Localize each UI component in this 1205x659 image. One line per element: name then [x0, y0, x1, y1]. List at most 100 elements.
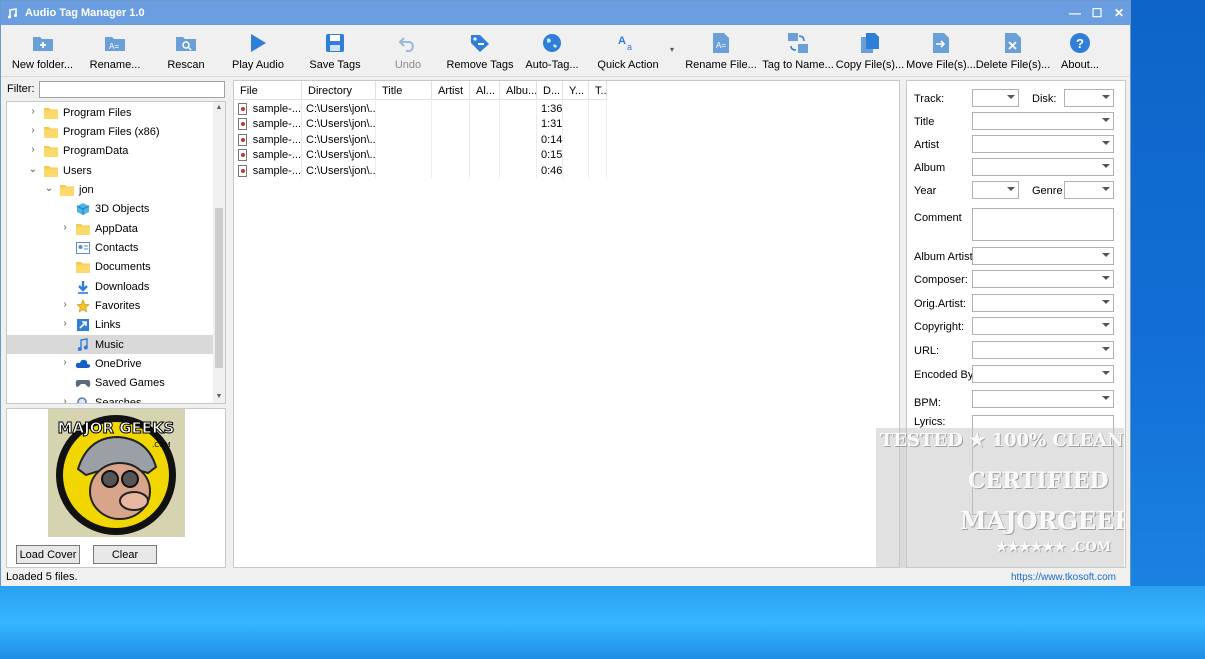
- file-row[interactable]: sample-... C:\Users\jon\... 0:14: [234, 132, 607, 148]
- encoded-by-field[interactable]: [972, 365, 1114, 383]
- undo-button[interactable]: Undo: [376, 25, 440, 76]
- column-file[interactable]: File: [234, 81, 302, 100]
- column-title[interactable]: Title: [376, 81, 432, 100]
- expand-chevron-icon[interactable]: ›: [27, 125, 39, 136]
- save-tags-button[interactable]: Save Tags: [294, 25, 376, 76]
- collapse-chevron-icon[interactable]: ⌄: [43, 183, 55, 194]
- artist-field[interactable]: [972, 135, 1114, 153]
- tree-item-programdata[interactable]: › ProgramData: [7, 142, 213, 161]
- text-format-icon: Aa: [616, 31, 640, 55]
- column-duration[interactable]: D...: [537, 81, 563, 100]
- load-cover-button[interactable]: Load Cover: [16, 545, 80, 564]
- disk-field[interactable]: [1064, 89, 1114, 107]
- tree-item-favorites[interactable]: › Favorites: [7, 297, 213, 316]
- tree-scrollbar[interactable]: ▲ ▼: [213, 102, 225, 403]
- cell-text: C:\Users\jon\...: [306, 164, 376, 177]
- album-artist-field[interactable]: [972, 247, 1114, 265]
- tree-item-saved-games[interactable]: Saved Games: [7, 374, 213, 393]
- comment-field[interactable]: [972, 208, 1114, 241]
- file-cell-artist: [432, 147, 470, 163]
- composer-field[interactable]: [972, 270, 1114, 288]
- auto-tag-button[interactable]: Auto-Tag...: [520, 25, 584, 76]
- play-audio-button[interactable]: Play Audio: [222, 25, 294, 76]
- tree-item-program-files[interactable]: › Program Files: [7, 103, 213, 122]
- column-directory[interactable]: Directory: [302, 81, 376, 100]
- tree-item-label: Users: [63, 164, 92, 177]
- expand-chevron-icon[interactable]: ›: [27, 106, 39, 117]
- file-row[interactable]: sample-... C:\Users\jon\... 1:36: [234, 101, 607, 117]
- column-album-artist[interactable]: Albu...: [500, 81, 537, 100]
- album-field[interactable]: [972, 158, 1114, 176]
- website-link[interactable]: https://www.tkosoft.com: [1011, 572, 1116, 583]
- tree-item-contacts[interactable]: Contacts: [7, 238, 213, 257]
- column-artist[interactable]: Artist: [432, 81, 470, 100]
- copyright-field[interactable]: [972, 317, 1114, 335]
- scroll-up-icon[interactable]: ▲: [213, 102, 225, 114]
- tree-item-searches[interactable]: › Searches: [7, 393, 213, 403]
- maximize-button[interactable]: ☐: [1086, 1, 1108, 25]
- track-field[interactable]: [972, 89, 1019, 107]
- tree-item-downloads[interactable]: Downloads: [7, 277, 213, 296]
- scroll-thumb[interactable]: [215, 208, 223, 368]
- genre-field[interactable]: [1064, 181, 1114, 199]
- tree-item-music[interactable]: Music: [7, 335, 213, 355]
- tree-item-onedrive[interactable]: › OneDrive: [7, 355, 213, 374]
- move-files-button[interactable]: Move File(s)...: [906, 25, 976, 76]
- svg-text:.COM: .COM: [152, 441, 171, 449]
- new-folder-button[interactable]: New folder...: [5, 25, 80, 76]
- file-row[interactable]: sample-... C:\Users\jon\... 0:46: [234, 163, 607, 179]
- close-button[interactable]: ✕: [1108, 1, 1130, 25]
- file-row[interactable]: sample-... C:\Users\jon\... 0:15: [234, 147, 607, 163]
- tag-to-name-button[interactable]: Tag to Name...: [762, 25, 834, 76]
- folder-tree[interactable]: › Program Files › Program Files (x86) › Progr…: [6, 101, 226, 404]
- file-row[interactable]: sample-... C:\Users\jon\... 1:31: [234, 116, 607, 132]
- expand-chevron-icon[interactable]: ›: [59, 396, 71, 403]
- expand-chevron-icon[interactable]: ›: [59, 299, 71, 310]
- bpm-field[interactable]: [972, 390, 1114, 408]
- expand-chevron-icon[interactable]: ›: [59, 222, 71, 233]
- folder-icon: [75, 260, 91, 274]
- chevron-down-icon[interactable]: ▾: [670, 45, 674, 54]
- tree-item-program-files-x86[interactable]: › Program Files (x86): [7, 122, 213, 141]
- rename-file-button[interactable]: A= Rename File...: [680, 25, 762, 76]
- delete-files-button[interactable]: Delete File(s)...: [976, 25, 1050, 76]
- tree-item-label: ProgramData: [63, 145, 129, 158]
- minimize-button[interactable]: —: [1064, 1, 1086, 25]
- status-bar: Loaded 5 files. https://www.tkosoft.com: [1, 568, 1130, 586]
- about-button[interactable]: ? About...: [1050, 25, 1110, 76]
- file-cell-year: [563, 101, 589, 117]
- tree-item-documents[interactable]: Documents: [7, 258, 213, 277]
- tree-item-3d-objects[interactable]: 3D Objects: [7, 200, 213, 219]
- rename-button[interactable]: A= Rename...: [80, 25, 150, 76]
- tree-item-links[interactable]: › Links: [7, 316, 213, 335]
- expand-chevron-icon[interactable]: ›: [27, 144, 39, 155]
- composer-label: Composer:: [914, 274, 968, 286]
- copy-files-button[interactable]: Copy File(s)...: [834, 25, 906, 76]
- album-label: Album: [914, 162, 946, 174]
- cover-art-panel: MAJOR GEEKS .COM Load Cover Clear: [6, 408, 226, 568]
- rescan-button[interactable]: Rescan: [150, 25, 222, 76]
- column-album[interactable]: Al...: [470, 81, 500, 100]
- collapse-chevron-icon[interactable]: ⌄: [27, 164, 39, 175]
- tree-item-appdata[interactable]: › AppData: [7, 219, 213, 238]
- tree-item-jon[interactable]: ⌄ jon: [7, 180, 213, 199]
- file-cell-duration: 1:31: [537, 116, 563, 132]
- filter-input[interactable]: [38, 80, 225, 98]
- tree-item-users[interactable]: ⌄ Users: [7, 161, 213, 180]
- expand-chevron-icon[interactable]: ›: [59, 357, 71, 368]
- column-track[interactable]: T...: [589, 81, 607, 100]
- clear-cover-button[interactable]: Clear: [93, 545, 157, 564]
- title-field[interactable]: [972, 112, 1114, 130]
- file-list[interactable]: File Directory Title Artist Al... Albu..…: [233, 80, 900, 568]
- expand-chevron-icon[interactable]: ›: [59, 318, 71, 329]
- remove-tags-button[interactable]: Remove Tags: [440, 25, 520, 76]
- url-field[interactable]: [972, 341, 1114, 359]
- orig-artist-field[interactable]: [972, 294, 1114, 312]
- scroll-down-icon[interactable]: ▼: [213, 391, 225, 403]
- tree-item-label: Contacts: [95, 241, 139, 254]
- quick-action-button[interactable]: Aa Quick Action ▾: [584, 25, 674, 76]
- cell-text: C:\Users\jon\...: [306, 102, 376, 115]
- column-year[interactable]: Y...: [563, 81, 589, 100]
- tree-item-label: 3D Objects: [95, 203, 150, 216]
- year-field[interactable]: [972, 181, 1019, 199]
